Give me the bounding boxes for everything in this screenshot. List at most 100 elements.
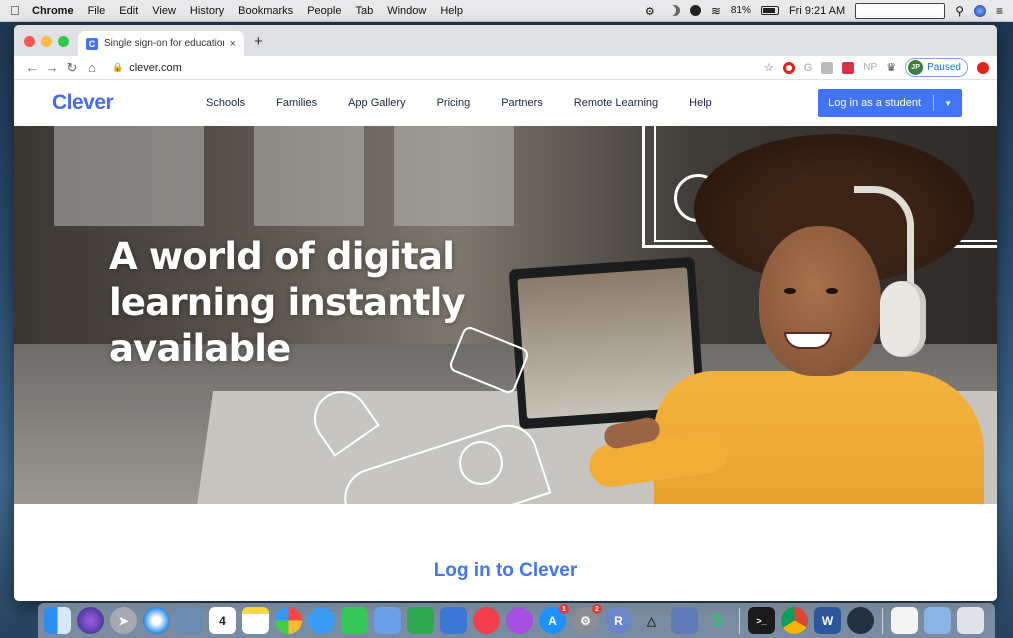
menu-app-name[interactable]: Chrome xyxy=(32,5,74,17)
numbers-icon[interactable] xyxy=(407,607,434,634)
battery-icon[interactable] xyxy=(760,6,779,15)
google-icon[interactable]: G xyxy=(804,62,813,74)
system-prefs-badge: 2 xyxy=(592,604,602,614)
extras-status-icon[interactable]: ⚙ xyxy=(645,5,659,18)
home-icon[interactable]: ⌂ xyxy=(82,60,102,75)
serpent-app-icon[interactable]: S xyxy=(704,607,731,634)
facetime-icon[interactable] xyxy=(341,607,368,634)
gray-extension-icon[interactable] xyxy=(821,61,834,74)
nav-schools[interactable]: Schools xyxy=(206,97,245,109)
tab-close-icon[interactable]: × xyxy=(230,38,236,50)
browser-tab-active[interactable]: C Single sign-on for education | C × xyxy=(78,31,244,56)
rocket-icon[interactable]: △ xyxy=(638,607,665,634)
nav-app-gallery[interactable]: App Gallery xyxy=(348,97,405,109)
menu-help[interactable]: Help xyxy=(440,5,463,17)
np-extension[interactable]: NP xyxy=(863,62,877,73)
login-section: Log in to Clever xyxy=(14,504,997,601)
menubar-text-field[interactable] xyxy=(855,2,946,19)
bookmark-star-icon[interactable]: ☆ xyxy=(764,61,774,74)
opera-icon[interactable] xyxy=(782,61,795,74)
profile-button[interactable]: JP Paused xyxy=(905,58,968,77)
dock-separator xyxy=(882,607,883,634)
preview-icon[interactable] xyxy=(176,607,203,634)
nav-pricing[interactable]: Pricing xyxy=(437,97,471,109)
notes-icon[interactable] xyxy=(242,607,269,634)
keynote-icon[interactable] xyxy=(440,607,467,634)
login-heading: Log in to Clever xyxy=(433,560,578,581)
menubar-status-area: ⚙ ≋ 81% Fri 9:21 AM ⚲ ≡ xyxy=(645,2,1003,19)
menu-edit[interactable]: Edit xyxy=(119,5,138,17)
login-button-label: Log in as a student xyxy=(828,97,922,109)
login-as-student-button[interactable]: Log in as a student ▼ xyxy=(818,89,962,117)
site-nav: Schools Families App Gallery Pricing Par… xyxy=(206,97,712,109)
url-text[interactable]: clever.com xyxy=(129,62,182,74)
word-label: W xyxy=(821,613,834,628)
spotlight-search-icon[interactable]: ⚲ xyxy=(955,4,964,18)
opera-menu-icon[interactable] xyxy=(977,61,989,74)
r-app-icon[interactable]: R xyxy=(605,607,632,634)
forward-arrow-icon[interactable]: → xyxy=(42,60,62,75)
browser-toolbar: ← → ↻ ⌂ 🔒 clever.com ☆ G NP ♛ JP Paused xyxy=(14,56,997,80)
word-icon[interactable]: W xyxy=(814,607,841,634)
nav-remote-learning[interactable]: Remote Learning xyxy=(574,97,658,109)
safari-icon[interactable] xyxy=(143,607,170,634)
nav-help[interactable]: Help xyxy=(689,97,712,109)
app-store-icon[interactable]: A1 xyxy=(539,604,569,634)
chevron-down-icon[interactable]: ▼ xyxy=(944,99,962,108)
photos-icon[interactable] xyxy=(275,607,302,634)
zoom-window-button[interactable] xyxy=(58,36,69,47)
system-preferences-icon[interactable]: ⚙ 2 xyxy=(572,604,602,634)
menu-history[interactable]: History xyxy=(190,5,224,17)
wifi-icon[interactable]: ≋ xyxy=(711,4,721,18)
tab-title: Single sign-on for education | C xyxy=(104,38,224,49)
menu-file[interactable]: File xyxy=(88,5,106,17)
macos-menubar:  Chrome File Edit View History Bookmark… xyxy=(0,0,1013,22)
menu-window[interactable]: Window xyxy=(387,5,426,17)
vpn-status-icon[interactable] xyxy=(689,5,701,16)
extensions-area: ☆ G NP ♛ JP Paused xyxy=(764,58,989,77)
folder-icon[interactable] xyxy=(924,607,951,634)
close-window-button[interactable] xyxy=(24,36,35,47)
clever-logo[interactable]: Clever xyxy=(52,91,206,115)
puzzle-icon[interactable]: ♛ xyxy=(886,61,896,74)
moon-icon[interactable] xyxy=(669,5,680,16)
child-eye xyxy=(784,288,796,294)
quicktime-icon[interactable] xyxy=(847,607,874,634)
apple-menu-icon[interactable]:  xyxy=(10,3,32,18)
profile-status: Paused xyxy=(927,62,961,73)
button-divider xyxy=(933,95,935,111)
child-eye xyxy=(826,288,838,294)
menubar-clock[interactable]: Fri 9:21 AM xyxy=(789,5,845,17)
document-icon[interactable] xyxy=(891,607,918,634)
address-bar[interactable]: 🔒 clever.com xyxy=(112,62,764,74)
menu-people[interactable]: People xyxy=(307,5,341,17)
pencil-app-icon[interactable] xyxy=(374,607,401,634)
messages-icon[interactable] xyxy=(308,607,335,634)
new-tab-button[interactable]: + xyxy=(254,33,263,50)
app-store-badge: 1 xyxy=(559,604,569,614)
menu-tab[interactable]: Tab xyxy=(355,5,373,17)
maple-icon[interactable] xyxy=(671,607,698,634)
lock-icon[interactable]: 🔒 xyxy=(112,62,123,73)
reload-icon[interactable]: ↻ xyxy=(62,60,82,76)
terminal-icon[interactable]: >_ xyxy=(748,607,775,634)
nav-families[interactable]: Families xyxy=(276,97,317,109)
siri-dock-icon[interactable] xyxy=(77,607,104,634)
red-extension-icon[interactable] xyxy=(842,61,855,74)
podcasts-icon[interactable] xyxy=(506,607,533,634)
menu-bookmarks[interactable]: Bookmarks xyxy=(238,5,293,17)
nav-partners[interactable]: Partners xyxy=(501,97,543,109)
chrome-icon[interactable] xyxy=(781,607,808,634)
clever-favicon-icon: C xyxy=(86,37,98,50)
headphone-icon xyxy=(880,281,926,357)
finder-icon[interactable] xyxy=(44,607,71,634)
notification-center-icon[interactable]: ≡ xyxy=(996,4,1003,18)
calendar-icon[interactable]: 4 xyxy=(209,607,236,634)
minimize-window-button[interactable] xyxy=(41,36,52,47)
siri-icon[interactable] xyxy=(973,4,986,17)
menu-view[interactable]: View xyxy=(152,5,176,17)
news-icon[interactable] xyxy=(473,607,500,634)
trash-icon[interactable] xyxy=(957,607,984,634)
back-arrow-icon[interactable]: ← xyxy=(22,60,42,75)
launchpad-icon[interactable]: ➤ xyxy=(110,607,137,634)
